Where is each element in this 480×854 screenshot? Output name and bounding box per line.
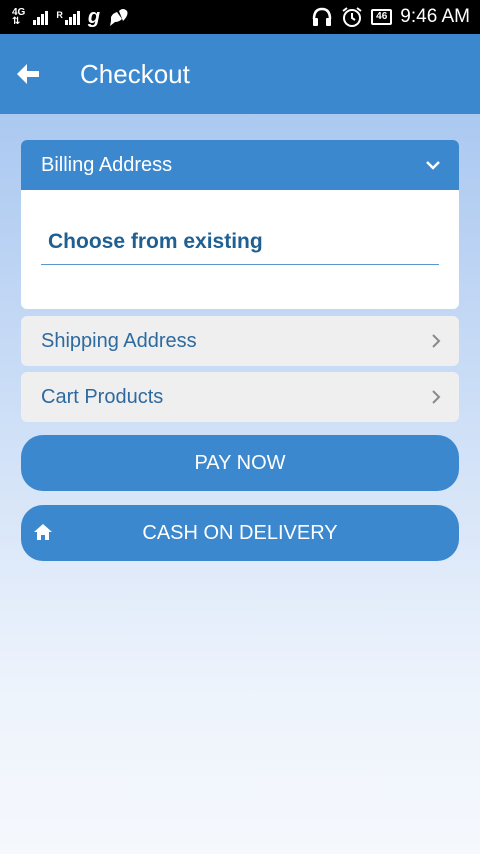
battery-icon: 46	[371, 9, 393, 25]
app-bar: Checkout	[0, 34, 480, 114]
status-right: 46 9:46 AM	[311, 6, 470, 28]
chevron-down-icon	[426, 161, 440, 170]
cash-on-delivery-button[interactable]: CASH ON DELIVERY	[21, 505, 459, 561]
status-bar: 4G ⇅ R g 46 9:46 AM	[0, 0, 480, 34]
page-title: Checkout	[80, 58, 190, 89]
cart-products-label: Cart Products	[41, 385, 164, 408]
headset-icon	[312, 7, 332, 26]
alarm-icon	[342, 7, 362, 27]
chevron-right-icon	[432, 334, 441, 348]
pay-now-button[interactable]: PAY NOW	[21, 435, 459, 491]
signal-bars-2-icon	[64, 9, 80, 25]
shipping-address-label: Shipping Address	[41, 329, 197, 352]
roaming-indicator: R	[56, 9, 63, 20]
signal-bars-icon	[33, 9, 49, 25]
carrier-app-icon: g	[87, 5, 101, 28]
home-icon	[34, 524, 52, 540]
chevron-right-icon	[432, 390, 441, 404]
cart-products-row[interactable]: Cart Products	[21, 372, 459, 422]
data-arrows-icon: ⇅	[12, 16, 21, 27]
network-type: 4G ⇅	[12, 8, 25, 27]
billing-address-label: Billing Address	[41, 153, 173, 176]
status-left: 4G ⇅ R g	[12, 6, 130, 29]
billing-address-body: Choose from existing	[21, 230, 459, 265]
billing-address-header[interactable]: Billing Address	[21, 140, 459, 190]
cart-products-card: Cart Products	[21, 372, 459, 422]
back-button[interactable]	[14, 60, 42, 88]
choose-existing-field[interactable]: Choose from existing	[41, 230, 439, 265]
arrow-left-icon	[17, 64, 39, 84]
billing-address-card: Billing Address Choose from existing	[21, 140, 459, 309]
shipping-address-row[interactable]: Shipping Address	[21, 316, 459, 366]
chat-bubble-icon	[110, 9, 128, 26]
shipping-address-card: Shipping Address	[21, 316, 459, 366]
cash-on-delivery-label: CASH ON DELIVERY	[142, 521, 338, 544]
pay-now-label: PAY NOW	[194, 451, 286, 474]
clock: 9:46 AM	[400, 6, 470, 27]
